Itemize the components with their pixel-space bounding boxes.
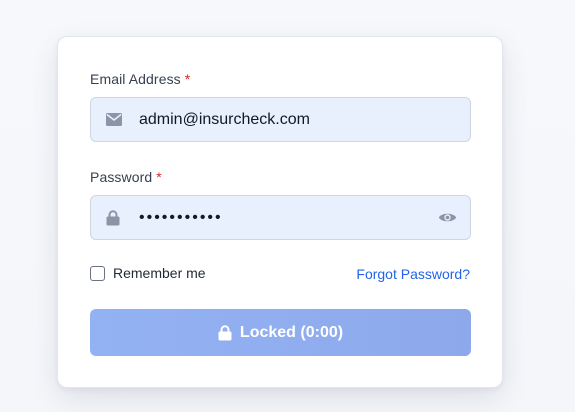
password-label: Password * <box>90 169 162 185</box>
envelope-icon <box>106 98 122 141</box>
email-label-text: Email Address <box>90 71 181 87</box>
remember-me-row[interactable]: Remember me <box>90 265 206 281</box>
remember-me-checkbox[interactable] <box>90 265 105 281</box>
lock-icon <box>218 324 232 341</box>
email-field[interactable]: admin@insurcheck.com <box>90 97 471 142</box>
submit-button-label: Locked (0:00) <box>239 323 344 341</box>
eye-icon[interactable] <box>438 196 457 239</box>
password-field[interactable]: ••••••••••• <box>90 195 471 240</box>
locked-submit-button[interactable]: Locked (0:00) <box>90 309 471 356</box>
login-card: Email Address * admin@insurcheck.com Pass… <box>57 36 503 388</box>
forgot-password-link[interactable]: Forgot Password? <box>356 266 470 282</box>
password-label-text: Password <box>90 169 153 185</box>
email-required-mark: * <box>184 71 191 87</box>
password-value: ••••••••••• <box>139 208 223 226</box>
email-label: Email Address * <box>90 71 190 87</box>
email-value: admin@insurcheck.com <box>139 110 310 128</box>
remember-me-label[interactable]: Remember me <box>113 265 206 281</box>
password-required-mark: * <box>156 169 162 185</box>
lock-icon <box>106 196 120 239</box>
